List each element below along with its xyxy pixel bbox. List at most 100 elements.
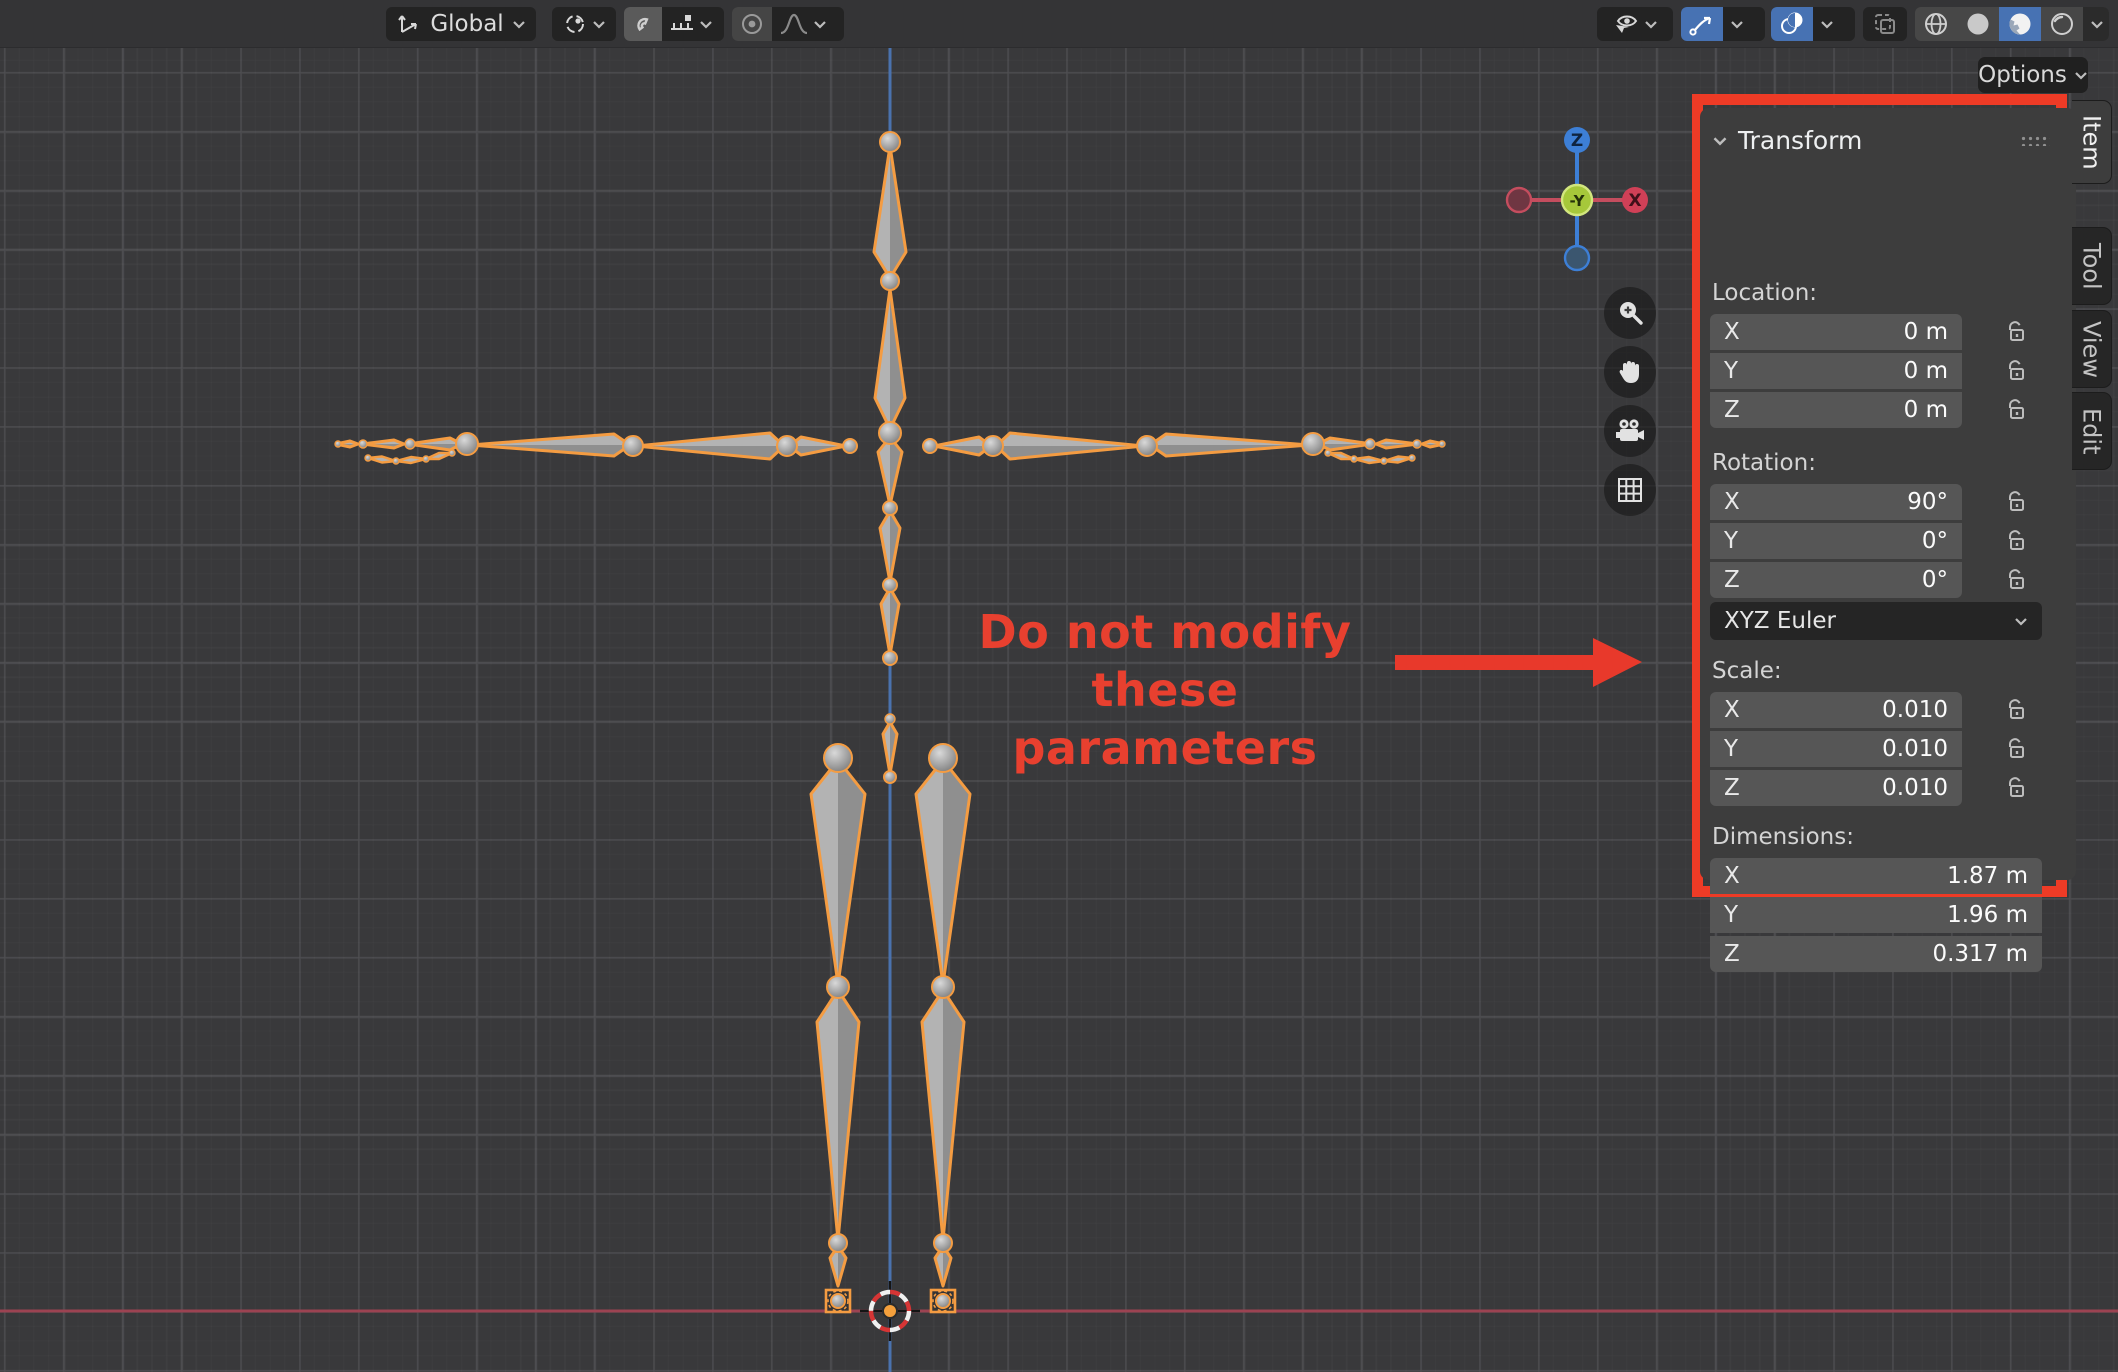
unlock-icon[interactable] (2000, 562, 2030, 598)
value-field-x[interactable]: X 1.87 m (1710, 858, 2042, 894)
panel-collapse-icon[interactable] (1712, 136, 1728, 146)
overlays-controls[interactable] (1771, 7, 1855, 41)
gizmo-dropdown[interactable] (1723, 7, 1751, 41)
axis-label: X (1724, 697, 1764, 723)
camera-view-icon (1614, 416, 1646, 446)
gizmo-controls[interactable] (1681, 7, 1765, 41)
axis-label: Z (1724, 567, 1764, 593)
value-field-y[interactable]: Y1.96 m (1710, 897, 2042, 933)
unlock-icon[interactable] (2000, 523, 2030, 559)
location-rows: X0 mY0 mZ0 m (1710, 314, 1962, 428)
falloff-curve-icon (779, 11, 809, 37)
shading-rendered-button[interactable] (2041, 7, 2083, 41)
unlock-icon[interactable] (2000, 484, 2030, 520)
navigation-gizmo[interactable]: ZX-Y (1497, 120, 1657, 280)
proportional-editing-button[interactable] (732, 7, 772, 41)
chevron-down-icon (2090, 20, 2104, 29)
falloff-dropdown[interactable] (772, 7, 834, 41)
rotation-locks (2000, 484, 2030, 598)
value-field-z[interactable]: Z 0.010 (1710, 770, 1962, 806)
axis-value: 1.87 m (1947, 863, 2028, 889)
shading-material-button[interactable] (1999, 7, 2041, 41)
value-field-x[interactable]: X90° (1710, 484, 1962, 520)
chevron-down-icon (1644, 20, 1658, 29)
gizmo-toggle-button[interactable] (1681, 7, 1723, 41)
pan-button[interactable] (1604, 346, 1656, 398)
axis-value: 0 m (1904, 358, 1948, 384)
svg-text:X: X (1628, 191, 1641, 211)
axis-value: 0.010 (1882, 775, 1948, 801)
shading-mode-controls (1915, 7, 2109, 41)
sidebar-tab-view[interactable]: View (2072, 310, 2112, 388)
snap-magnet-icon (631, 12, 655, 36)
rotation-label: Rotation: (1712, 450, 1816, 476)
unlock-icon[interactable] (2000, 731, 2030, 767)
rotation-mode-dropdown[interactable]: XYZ Euler (1710, 602, 2042, 640)
pan-hand-icon (1615, 357, 1645, 387)
snapping-controls[interactable] (624, 7, 724, 41)
shading-material-icon (2006, 10, 2034, 38)
pivot-point-dropdown[interactable] (552, 7, 616, 41)
rotation-mode-value: XYZ Euler (1724, 608, 1836, 634)
axis-value: 0.010 (1882, 736, 1948, 762)
camera-view-button[interactable] (1604, 405, 1656, 457)
overlays-icon (1778, 11, 1806, 37)
visibility-dropdown[interactable] (1597, 7, 1673, 41)
snap-toggle-button[interactable] (624, 7, 662, 41)
scale-locks (2000, 692, 2030, 806)
blender-3d-viewport: Global (0, 0, 2118, 1372)
transform-orientation-dropdown[interactable]: Global (386, 7, 536, 41)
axis-label: Z (1724, 397, 1764, 423)
shading-wireframe-button[interactable] (1915, 7, 1957, 41)
dimensions-label: Dimensions: (1712, 824, 1854, 850)
axis-value: 1.96 m (1947, 902, 2028, 928)
scale-rows: X0.010Y0.010Z0.010 (1710, 692, 1962, 806)
overlays-toggle-button[interactable] (1771, 7, 1813, 41)
shading-dropdown[interactable] (2083, 7, 2109, 41)
value-field-y[interactable]: Y0° (1710, 523, 1962, 559)
annotation-line1: Do not modify (955, 603, 1375, 661)
value-field-z[interactable]: Z0 m (1710, 392, 1962, 428)
gizmo-toggle-icon (1688, 11, 1716, 37)
xray-toggle[interactable] (1863, 7, 1907, 41)
unlock-icon[interactable] (2000, 692, 2030, 728)
value-field-y[interactable]: Y0.010 (1710, 731, 1962, 767)
unlock-icon[interactable] (2000, 353, 2030, 389)
orientation-label: Global (426, 11, 507, 37)
svg-text:Z: Z (1571, 131, 1583, 151)
sidebar-tab-edit[interactable]: Edit (2072, 392, 2112, 470)
chevron-down-icon (699, 20, 713, 29)
value-field-x[interactable]: X0 m (1710, 314, 1962, 350)
unlock-icon[interactable] (2000, 770, 2030, 806)
panel-drag-grip[interactable] (2020, 135, 2050, 146)
location-label: Location: (1712, 280, 1817, 306)
value-field-z[interactable]: Z0.317 m (1710, 936, 2042, 972)
pivot-point-icon (562, 11, 588, 37)
shading-solid-button[interactable] (1957, 7, 1999, 41)
value-field-y[interactable]: Y0 m (1710, 353, 1962, 389)
options-dropdown[interactable]: Options (1978, 57, 2088, 93)
axis-value: 0.010 (1882, 697, 1948, 723)
axis-value: 0.317 m (1932, 941, 2028, 967)
sidebar-tab-tool[interactable]: Tool (2072, 227, 2112, 305)
value-field-z[interactable]: Z0° (1710, 562, 1962, 598)
unlock-icon[interactable] (2000, 314, 2030, 350)
chevron-down-icon (1820, 20, 1834, 29)
scale-label: Scale: (1712, 658, 1782, 684)
chevron-down-icon (1730, 20, 1744, 29)
dimensions-rows: X 1.87 m Y1.96 mZ0.317 m (1710, 858, 2042, 972)
value-field-x[interactable]: X 0.010 (1710, 692, 1962, 728)
axis-label: X (1724, 863, 1764, 889)
transform-orientation-icon (396, 11, 422, 37)
axis-label: Z (1724, 775, 1764, 801)
zoom-button[interactable] (1604, 287, 1656, 339)
snap-settings-dropdown[interactable] (662, 7, 720, 41)
sidebar-tab-item[interactable]: Item (2072, 100, 2112, 184)
overlays-dropdown[interactable] (1813, 7, 1841, 41)
orthographic-grid-button[interactable] (1604, 464, 1656, 516)
axis-value: 90° (1907, 489, 1948, 515)
annotation-line2: these parameters (955, 661, 1375, 777)
proportional-editing-controls[interactable] (732, 7, 844, 41)
unlock-icon[interactable] (2000, 392, 2030, 428)
shading-wireframe-icon (1922, 10, 1950, 38)
